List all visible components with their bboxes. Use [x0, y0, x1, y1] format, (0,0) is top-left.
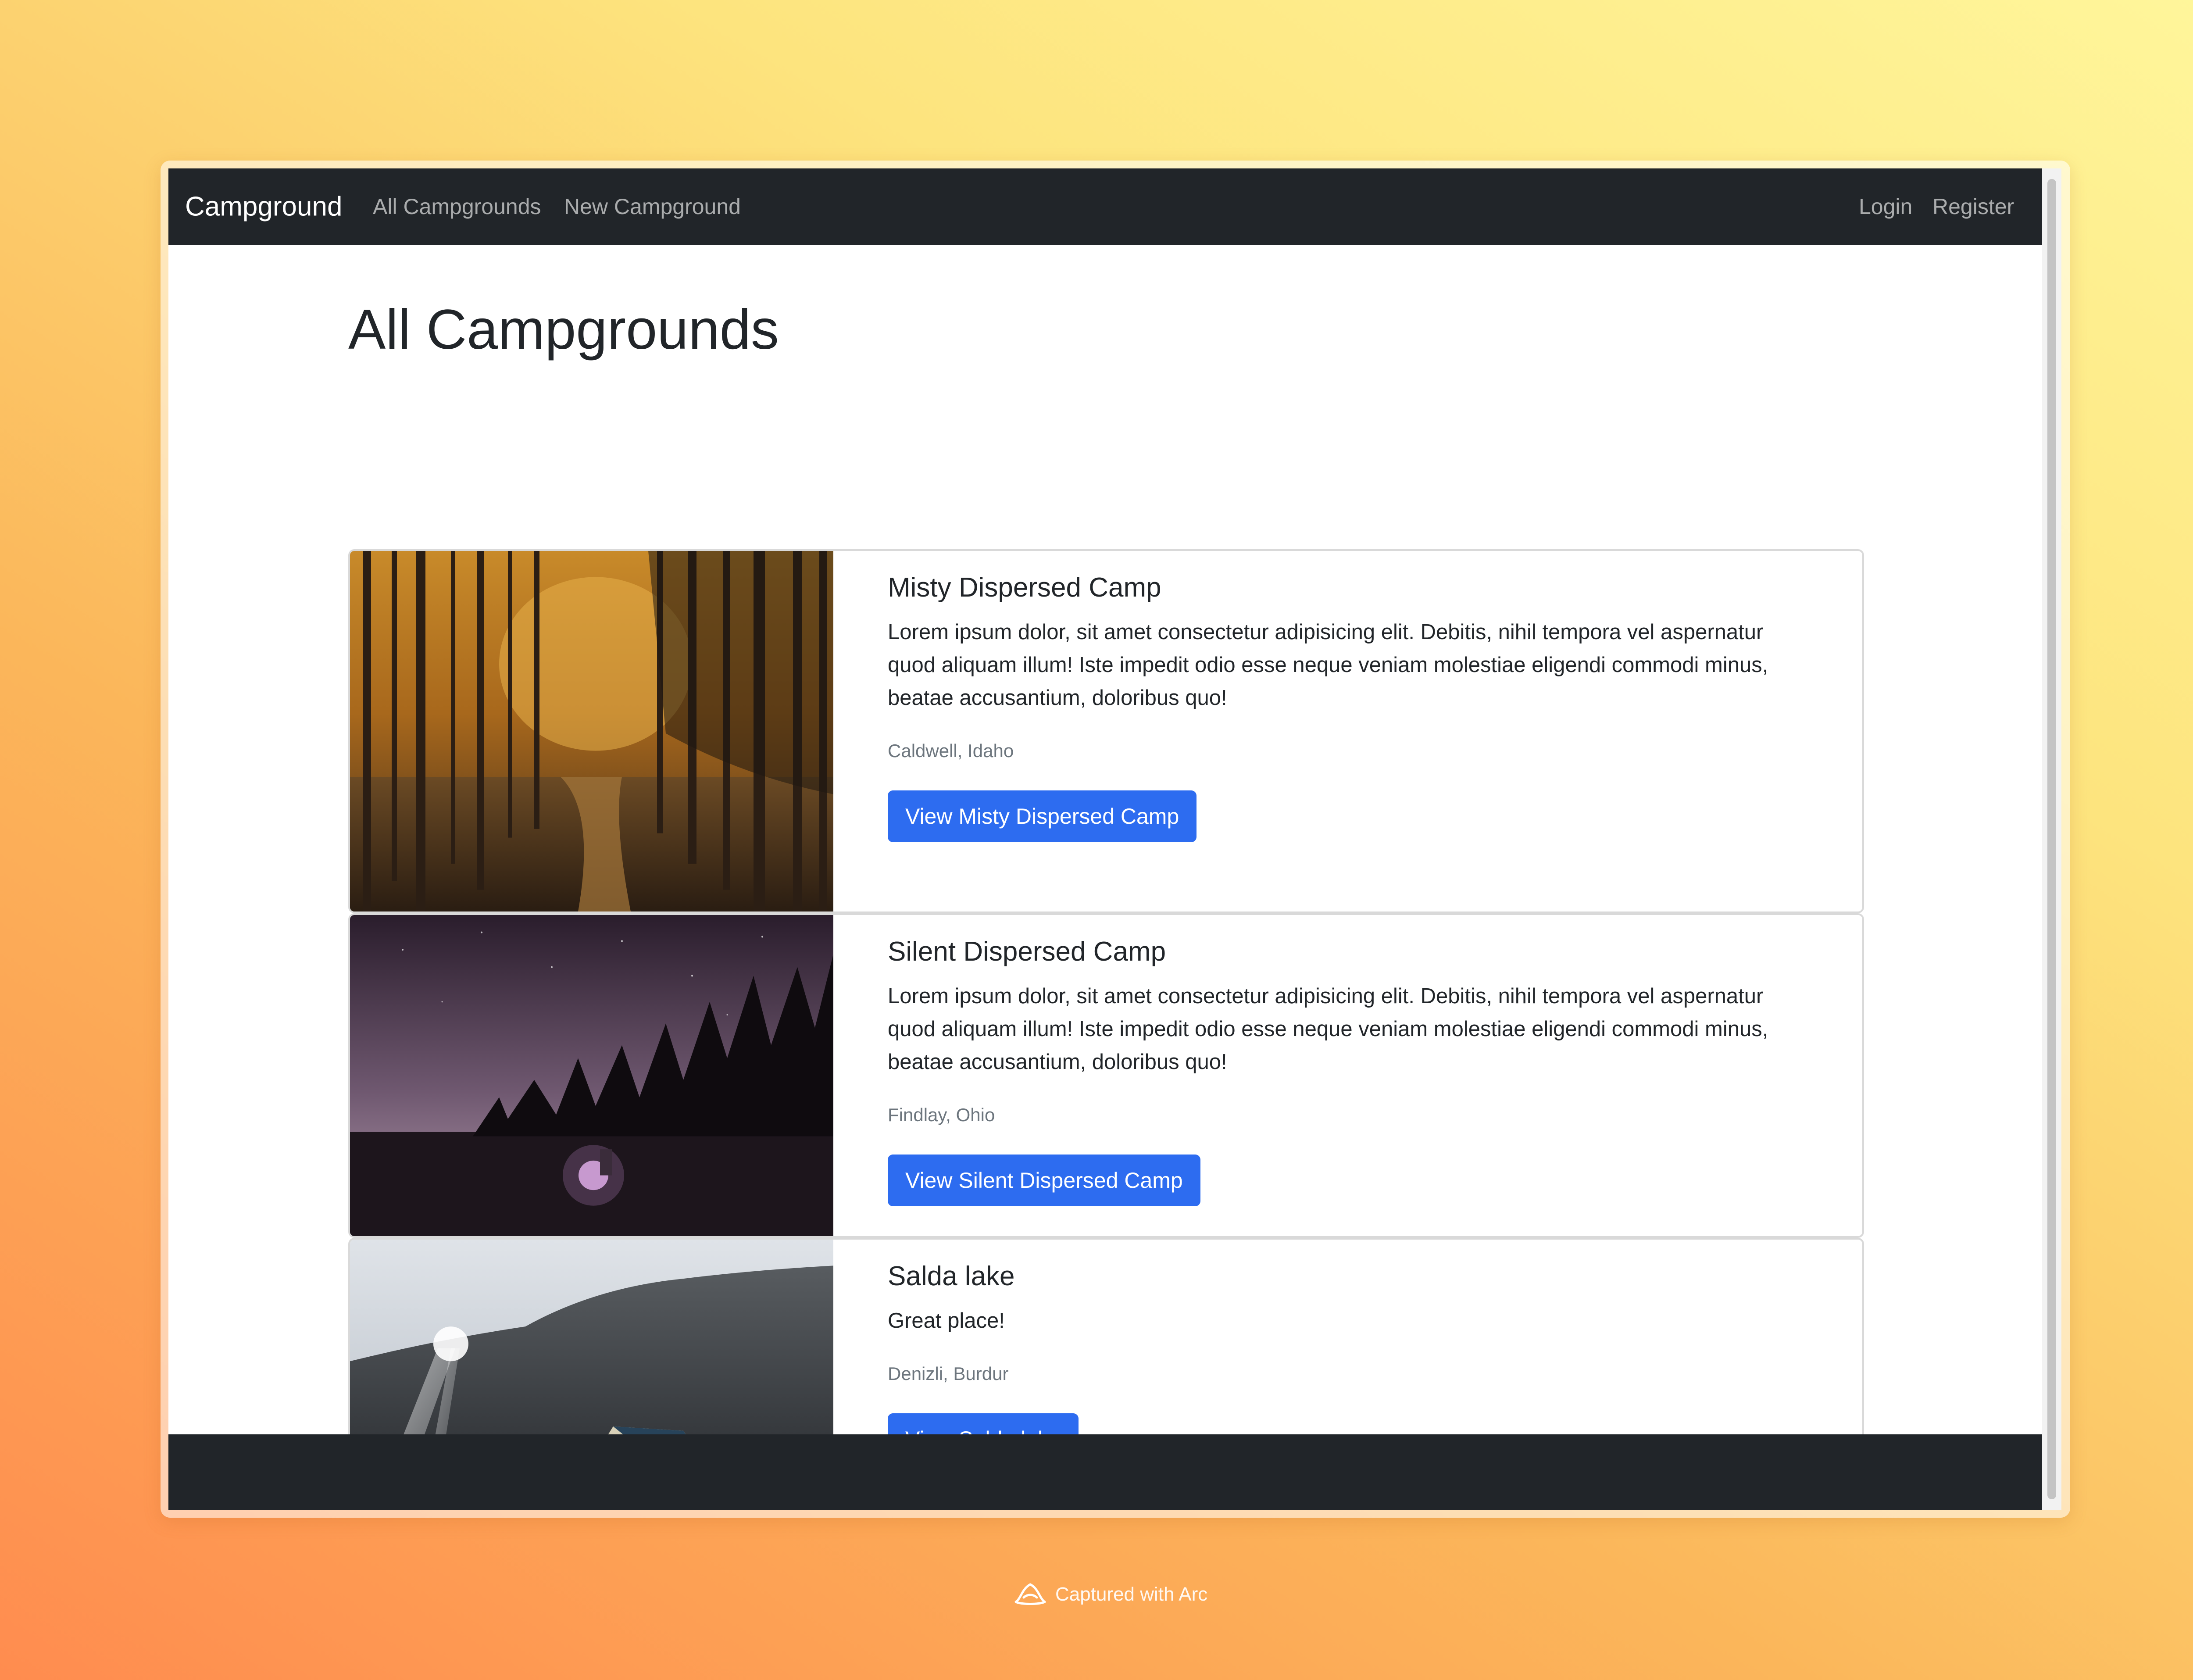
card-description: Lorem ipsum dolor, sit amet consectetur …	[888, 620, 1768, 710]
footer	[168, 1434, 2042, 1510]
nav-link-new-campground[interactable]: New Campground	[564, 194, 741, 219]
card-description: Lorem ipsum dolor, sit amet consectetur …	[888, 984, 1768, 1074]
card-location: Caldwell, Idaho	[888, 740, 1014, 761]
watermark-text: Captured with Arc	[1055, 1583, 1208, 1605]
card-title: Misty Dispersed Camp	[888, 572, 1161, 603]
card-location: Denizli, Burdur	[888, 1363, 1009, 1384]
card-title: Silent Dispersed Camp	[888, 937, 1166, 967]
nav-link-all-campgrounds[interactable]: All Campgrounds	[373, 194, 541, 219]
night-campfire-photo	[350, 915, 833, 1236]
campground-card: Misty Dispersed Camp Lorem ipsum dolor, …	[348, 549, 1864, 913]
card-description: Great place!	[888, 1309, 1005, 1333]
scrollbar-thumb[interactable]	[2047, 179, 2056, 1499]
view-campground-button[interactable]: View Misty Dispersed Camp	[888, 790, 1197, 842]
card-location: Findlay, Ohio	[888, 1105, 995, 1125]
view-campground-button[interactable]: View Silent Dispersed Camp	[888, 1155, 1200, 1206]
forest-autumn-photo	[350, 551, 833, 911]
card-title: Salda lake	[888, 1261, 1015, 1291]
arc-logo-icon	[1014, 1583, 1046, 1605]
navbar-brand[interactable]: Campground	[185, 191, 342, 222]
scrollbar[interactable]	[2042, 168, 2061, 1510]
nav-link-login[interactable]: Login	[1859, 194, 1912, 219]
campground-card: Silent Dispersed Camp Lorem ipsum dolor,…	[348, 913, 1864, 1238]
page-title: All Campgrounds	[348, 298, 779, 361]
navbar: Campground All Campgrounds New Campgroun…	[168, 168, 2042, 245]
nav-link-register[interactable]: Register	[1932, 194, 2014, 219]
browser-viewport: Campground All Campgrounds New Campgroun…	[168, 168, 2042, 1510]
capture-watermark: Captured with Arc	[1013, 1581, 1207, 1608]
